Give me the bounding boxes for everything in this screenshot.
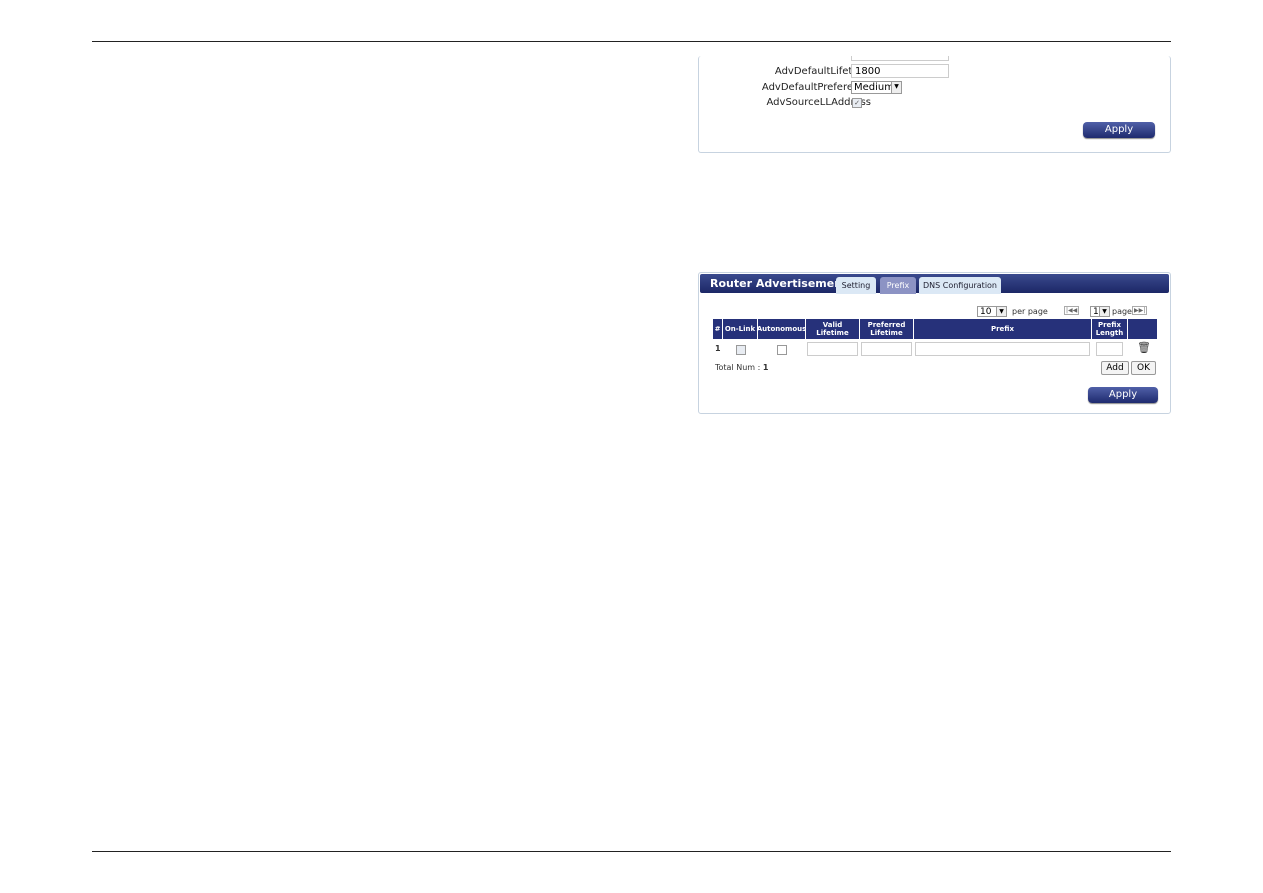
column-header: On-Link xyxy=(723,319,757,339)
prefix-input[interactable] xyxy=(915,342,1090,356)
field-label: AdvDefaultLifetime xyxy=(774,66,871,77)
per-page-select[interactable]: 10 ▼ xyxy=(977,306,1007,317)
total-num-label: Total Num : 1 xyxy=(715,363,768,372)
prefix-length-input[interactable] xyxy=(1096,342,1123,356)
column-header: Prefix Length xyxy=(1092,319,1127,339)
column-header: Prefix xyxy=(914,319,1091,339)
valid-lifetime-input[interactable] xyxy=(807,342,858,356)
autonomous-checkbox[interactable] xyxy=(777,345,787,355)
tab-dns-configuration[interactable]: DNS Configuration xyxy=(919,277,1001,294)
adv-default-preference-select[interactable]: Medium ▼ xyxy=(851,81,902,94)
total-label: Total Num : xyxy=(715,363,761,372)
select-value: 10 xyxy=(980,307,992,317)
chevron-down-icon: ▼ xyxy=(996,307,1006,316)
ok-button[interactable]: OK xyxy=(1131,361,1156,375)
last-page-icon[interactable]: ▶▶| xyxy=(1132,306,1148,315)
row-index: 1 xyxy=(715,344,721,353)
tab-setting[interactable]: Setting xyxy=(836,277,876,294)
adv-default-lifetime-input[interactable]: 1800 xyxy=(851,64,949,78)
settings-panel: AdvDefaultLifetime 1800 AdvDefaultPrefer… xyxy=(698,56,1171,153)
chevron-down-icon: ▼ xyxy=(891,82,901,93)
on-link-checkbox[interactable] xyxy=(736,345,746,355)
bottom-rule xyxy=(92,851,1171,852)
cut-off-input xyxy=(851,56,949,61)
first-page-icon[interactable]: |◀◀ xyxy=(1064,306,1080,315)
trash-icon[interactable]: 🗑 xyxy=(1137,341,1151,354)
column-header: Valid Lifetime xyxy=(806,319,859,339)
add-button[interactable]: Add xyxy=(1101,361,1129,375)
tab-prefix[interactable]: Prefix xyxy=(880,277,916,294)
column-header: Autonomous xyxy=(757,319,806,339)
apply-button[interactable]: Apply xyxy=(1083,122,1155,138)
router-advertisement-panel: Router Advertisement Setting Prefix DNS … xyxy=(698,272,1171,414)
panel-title: Router Advertisement xyxy=(710,277,848,290)
page-select[interactable]: 1 ▼ xyxy=(1090,306,1110,317)
per-page-label: per page xyxy=(1012,307,1048,316)
adv-source-ll-address-checkbox[interactable]: ✓ xyxy=(852,98,862,108)
field-label: AdvDefaultPreference xyxy=(761,82,871,93)
column-header: # xyxy=(713,319,722,339)
column-header xyxy=(1128,319,1157,339)
select-value: 1 xyxy=(1093,307,1099,317)
preferred-lifetime-input[interactable] xyxy=(861,342,912,356)
chevron-down-icon: ▼ xyxy=(1099,307,1109,316)
top-rule xyxy=(92,41,1171,42)
select-value: Medium xyxy=(854,82,894,93)
field-label: AdvSourceLLAddress xyxy=(766,97,871,108)
panel-header: Router Advertisement Setting Prefix DNS … xyxy=(700,274,1169,294)
page-label: page xyxy=(1112,307,1132,316)
column-header: Preferred Lifetime xyxy=(860,319,913,339)
apply-button[interactable]: Apply xyxy=(1088,387,1158,403)
total-value: 1 xyxy=(762,363,769,372)
